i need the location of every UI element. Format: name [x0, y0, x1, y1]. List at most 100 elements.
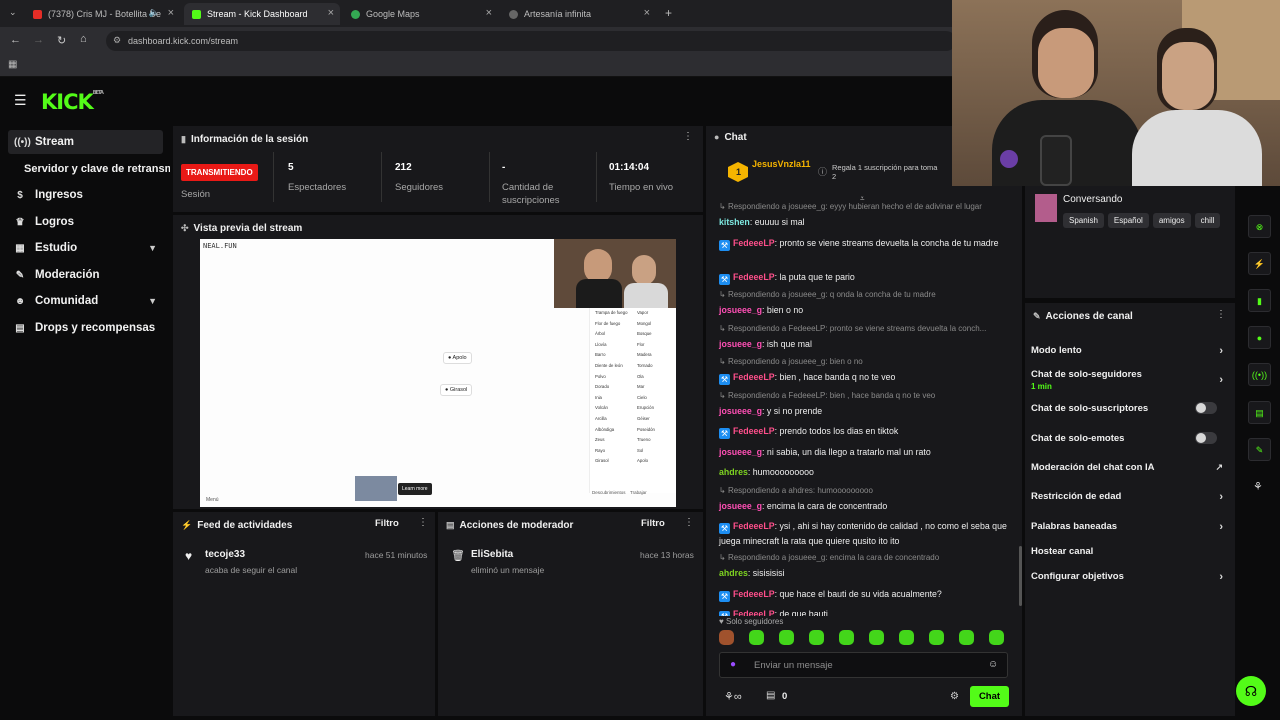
emote-icon[interactable] — [719, 630, 734, 645]
pinned-user[interactable]: JesusVnzla11 — [752, 159, 811, 169]
chat-message[interactable]: ⚒ FedeeeLP: la puta que te pario — [719, 270, 1011, 285]
chat-username[interactable]: josueee_g — [719, 339, 762, 349]
feed-filter-button[interactable]: Filtro — [375, 518, 399, 529]
emote-icon[interactable] — [959, 630, 974, 645]
microphone-icon[interactable]: ● — [730, 659, 736, 670]
chat-message[interactable]: josueee_g: bien o no — [719, 303, 1011, 317]
quick-action-button[interactable]: ▤ — [1248, 401, 1271, 424]
close-icon[interactable]: × — [168, 7, 174, 19]
tag[interactable]: amigos — [1152, 213, 1191, 228]
action-followers-only[interactable]: Chat de solo-seguidores 1 min › — [1031, 369, 1227, 391]
action-subs-only[interactable]: Chat de solo-suscriptores — [1031, 402, 1227, 414]
learn-more-button[interactable]: Learn more — [398, 483, 432, 495]
subs-only-toggle[interactable] — [1195, 402, 1217, 414]
action-host-channel[interactable]: Hostear canal — [1031, 546, 1227, 557]
emote-icon[interactable] — [839, 630, 854, 645]
emoji-icon[interactable]: ☺ — [988, 659, 998, 670]
home-icon[interactable]: ⌂ — [80, 33, 87, 45]
chat-message[interactable]: ahdres: humooooooooo — [719, 465, 1011, 479]
chat-username[interactable]: FedeeeLP — [733, 372, 775, 382]
site-info-icon[interactable]: ⚙ — [113, 35, 121, 46]
close-icon[interactable]: × — [328, 7, 334, 19]
settings-icon[interactable]: ⚙ — [950, 691, 959, 702]
quick-action-button[interactable]: ● — [1248, 326, 1271, 349]
kebab-menu-icon[interactable]: ⋮ — [418, 517, 428, 528]
emote-icon[interactable] — [749, 630, 764, 645]
chat-message[interactable]: kitshen: euuuu si mal — [719, 215, 1011, 229]
quick-action-button[interactable]: ⚡ — [1248, 252, 1271, 275]
chat-scrollbar[interactable] — [1019, 546, 1022, 606]
category-name[interactable]: Conversando — [1063, 194, 1122, 205]
users-icon[interactable]: ⚘∞ — [724, 690, 742, 703]
chat-input[interactable]: ● Enviar un mensaje ☺ — [719, 652, 1008, 678]
chat-message[interactable]: ⚒ FedeeeLP: que hace el bauti de su vida … — [719, 587, 1011, 602]
mod-filter-button[interactable]: Filtro — [641, 518, 665, 529]
tag[interactable]: chill — [1194, 213, 1221, 228]
quick-action-button[interactable]: ⊗ — [1248, 215, 1271, 238]
chat-message[interactable]: josueee_g: encima la cara de concentrado — [719, 499, 1011, 513]
tag[interactable]: Spanish — [1063, 213, 1104, 228]
mod-user[interactable]: EliSebita — [471, 549, 544, 560]
emote-icon[interactable] — [899, 630, 914, 645]
kick-logo[interactable]: KICKBETA — [41, 90, 104, 114]
emotes-only-toggle[interactable] — [1195, 432, 1217, 444]
quick-action-button[interactable]: ✎ — [1248, 438, 1271, 461]
forward-icon[interactable]: → — [33, 34, 44, 46]
users-icon[interactable]: ⚘ — [1253, 480, 1263, 493]
new-tab-icon[interactable]: + — [665, 6, 672, 20]
emote-icon[interactable] — [989, 630, 1004, 645]
action-banned-words[interactable]: Palabras baneadas › — [1031, 521, 1227, 533]
chat-username[interactable]: FedeeeLP — [733, 426, 775, 436]
sidebar-item-estudio[interactable]: ▦ Estudio ▼ — [8, 236, 163, 260]
sidebar-item-drops[interactable]: ▤ Drops y recompensas — [8, 316, 163, 340]
kebab-menu-icon[interactable]: ⋮ — [1216, 309, 1226, 320]
tab-list-icon[interactable]: ⌄ — [9, 7, 17, 18]
kebab-menu-icon[interactable]: ⋮ — [684, 517, 694, 528]
chat-username[interactable]: josueee_g — [719, 501, 762, 511]
chat-message[interactable]: ⚒FedeeeLP: de que bauti — [719, 607, 1011, 616]
chat-message[interactable]: ⚒ FedeeeLP: bien , hace banda q no te veo — [719, 370, 1011, 385]
chat-message[interactable]: ⚒ FedeeeLP: pronto se viene streams devue… — [719, 236, 1011, 251]
emote-icon[interactable] — [929, 630, 944, 645]
action-ai-moderation[interactable]: Moderación del chat con IA ↗ — [1031, 462, 1227, 473]
browser-tab-kick[interactable]: Stream - Kick Dashboard × — [184, 3, 340, 25]
action-emotes-only[interactable]: Chat de solo-emotes — [1031, 432, 1227, 444]
chat-message[interactable]: josueee_g: y si no prende — [719, 404, 1011, 418]
chat-message[interactable]: ahdres: sisisisisi — [719, 566, 1011, 580]
stream-preview-video[interactable]: NEAL.FUN ● Apolo ● Girasol Trampa de fue… — [200, 239, 676, 507]
chat-username[interactable]: josueee_g — [719, 447, 762, 457]
chat-username[interactable]: FedeeeLP — [733, 272, 775, 282]
chat-message[interactable]: ⚒ FedeeeLP: prendo todos los dias en tikt… — [719, 424, 1011, 439]
url-input[interactable]: ⚙ dashboard.kick.com/stream — [106, 31, 956, 51]
sidebar-item-comunidad[interactable]: ☻ Comunidad ▼ — [8, 289, 163, 313]
sidebar-item-stream[interactable]: ((•)) Stream — [8, 130, 163, 154]
chat-message[interactable]: josueee_g: ish que mal — [719, 337, 1011, 351]
close-icon[interactable]: × — [486, 7, 492, 19]
emote-icon[interactable] — [869, 630, 884, 645]
sidebar-item-server-key[interactable]: Servidor y clave de retransmisión — [18, 157, 170, 181]
action-age-restriction[interactable]: Restricción de edad › — [1031, 491, 1227, 503]
chat-username[interactable]: FedeeeLP — [733, 589, 775, 599]
tag[interactable]: Español — [1107, 213, 1149, 228]
close-icon[interactable]: × — [644, 7, 650, 19]
browser-tab-artesania[interactable]: Artesanía infinita × — [501, 3, 656, 25]
feed-user[interactable]: tecoje33 — [205, 549, 297, 560]
support-button[interactable]: ☊ — [1236, 676, 1266, 706]
chat-username[interactable]: josueee_g — [719, 305, 762, 315]
back-icon[interactable]: ← — [10, 34, 21, 46]
browser-tab-maps[interactable]: Google Maps × — [343, 3, 498, 25]
browser-tab-youtube[interactable]: (7378) Cris MJ - Botellita De 🔈 × — [25, 3, 180, 25]
chat-username[interactable]: FedeeeLP — [733, 609, 775, 616]
chat-message[interactable]: josueee_g: ni sabia, un dia llego a trat… — [719, 445, 1011, 459]
chat-username[interactable]: ahdres — [719, 467, 748, 477]
emote-icon[interactable] — [809, 630, 824, 645]
info-icon[interactable]: ⓘ — [818, 165, 827, 178]
action-slow-mode[interactable]: Modo lento › — [1031, 345, 1227, 357]
chat-username[interactable]: FedeeeLP — [733, 238, 775, 248]
emote-icon[interactable] — [779, 630, 794, 645]
chat-username[interactable]: kitshen — [719, 217, 750, 227]
sidebar-item-moderacion[interactable]: ✎ Moderación — [8, 263, 163, 287]
hamburger-menu-icon[interactable]: ☰ — [14, 92, 27, 109]
apps-grid-icon[interactable]: ▦ — [8, 59, 17, 70]
kebab-menu-icon[interactable]: ⋮ — [683, 131, 693, 142]
